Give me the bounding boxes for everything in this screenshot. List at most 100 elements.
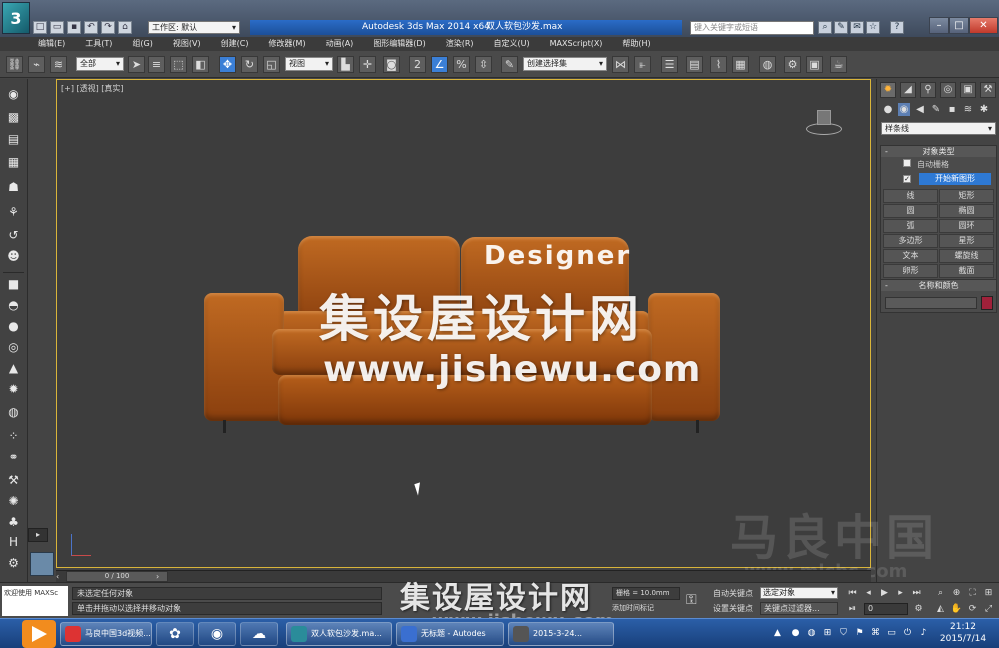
modify-tab-icon[interactable]: ◢ (900, 82, 916, 98)
zoom-extents-icon[interactable]: ⛶ (966, 587, 979, 599)
rendered-frame-icon[interactable]: ▣ (806, 56, 823, 73)
render-production-icon[interactable]: ☕ (830, 56, 847, 73)
set-key-button[interactable]: 设置关键点 (713, 603, 753, 614)
task-3dsmax-file[interactable]: 双人软包沙发.ma... (286, 622, 392, 646)
link-icon[interactable]: ⛓ (6, 56, 23, 73)
viewport-label[interactable]: [+] [透视] [真实] (61, 83, 124, 94)
tray-power-icon[interactable]: ⏻ (902, 628, 913, 639)
viewcube-icon[interactable] (806, 106, 842, 136)
task-media-player[interactable]: ◉ (198, 622, 236, 646)
menu-help[interactable]: 帮助(H) (622, 37, 650, 51)
tray-flag-icon[interactable]: ⚑ (854, 628, 865, 639)
start-new-shape-button[interactable]: 开始新图形 (919, 173, 991, 185)
maximize-button[interactable]: □ (949, 17, 969, 34)
align-icon[interactable]: ⫦ (634, 56, 651, 73)
menu-maxscript[interactable]: MAXScript(X) (550, 37, 603, 51)
motion-icon[interactable]: ⚘ (5, 204, 22, 220)
time-next-arrow-icon[interactable]: › (156, 572, 159, 581)
object-type-header[interactable]: - 对象类型 (881, 146, 996, 157)
lights-icon[interactable]: ◀ (914, 103, 926, 116)
auto-key-button[interactable]: 自动关键点 (713, 588, 753, 599)
donut-button[interactable]: 圆环 (939, 219, 994, 233)
molecule-icon[interactable]: ⚭ (5, 449, 22, 465)
geometry-icon[interactable]: ● (882, 103, 894, 116)
edit-named-selection-icon[interactable]: ✎ (501, 56, 518, 73)
torus-icon[interactable]: ◎ (5, 339, 22, 355)
project-folder-icon[interactable]: ⌂ (118, 21, 132, 34)
maximize-viewport-icon[interactable]: ⤢ (982, 603, 995, 615)
keyboard-shortcut-icon[interactable]: ◙ (383, 56, 400, 73)
task-cloud-app[interactable]: ✿ (156, 622, 194, 646)
motion-tab-icon[interactable]: ◎ (940, 82, 956, 98)
select-manipulate-icon[interactable]: ✛ (359, 56, 376, 73)
time-prev-arrow-icon[interactable]: ‹ (56, 572, 59, 581)
redo-icon[interactable]: ↷ (101, 21, 115, 34)
close-button[interactable]: ✕ (969, 17, 998, 34)
reference-coordinate-dropdown[interactable]: 视图 (285, 57, 333, 71)
orbit-icon[interactable]: ⟳ (966, 603, 979, 615)
box-icon[interactable]: ■ (5, 276, 22, 292)
time-config-icon[interactable]: ⚙ (912, 603, 925, 615)
cylinder-icon[interactable]: ◍ (5, 404, 22, 420)
ellipse-button[interactable]: 椭圆 (939, 204, 994, 218)
sun-icon[interactable]: ✹ (5, 381, 22, 397)
task-cloud-drive[interactable]: ☁ (240, 622, 278, 646)
mirror-icon[interactable]: ⋈ (612, 56, 629, 73)
app-logo-button[interactable]: 3 (2, 2, 30, 34)
star-button[interactable]: 星形 (939, 234, 994, 248)
graphite-ribbon-icon[interactable]: ▤ (686, 56, 703, 73)
arc-button[interactable]: 弧 (883, 219, 938, 233)
menu-customize[interactable]: 自定义(U) (494, 37, 530, 51)
hf-icon[interactable]: H (5, 534, 22, 550)
name-color-header[interactable]: - 名称和颜色 (881, 280, 996, 291)
tray-windows-icon[interactable]: ⊞ (822, 628, 833, 639)
key-selection-set-dropdown[interactable]: 选定对象 (760, 587, 838, 599)
mini-listener-icon[interactable] (30, 552, 54, 576)
particles-icon[interactable]: ⁘ (5, 428, 22, 444)
space-warps-icon[interactable]: ≋ (962, 103, 974, 116)
key-mode-icon[interactable]: ⏯ (846, 603, 859, 615)
systems-icon[interactable]: ✱ (978, 103, 990, 116)
binoculars-icon[interactable]: ⌕ (818, 21, 832, 34)
material-editor-icon[interactable]: ◍ (759, 56, 776, 73)
named-selection-dropdown[interactable]: 创建选择集 (523, 57, 607, 71)
angle-snap-icon[interactable]: ∠ (431, 56, 448, 73)
favorites-icon[interactable]: ☆ (866, 21, 880, 34)
object-name-input[interactable] (885, 297, 977, 309)
select-and-move-icon[interactable]: ✥ (219, 56, 236, 73)
gear-icon[interactable]: ⚙ (5, 555, 22, 571)
hierarchy-tab-icon[interactable]: ⚲ (920, 82, 936, 98)
menu-create[interactable]: 创建(C) (221, 37, 249, 51)
save-file-icon[interactable]: ▪ (67, 21, 81, 34)
helpers-icon[interactable]: ▪ (946, 103, 958, 116)
time-slider[interactable]: 0 / 100 (66, 571, 168, 582)
tray-network-icon[interactable]: ⌘ (870, 628, 881, 639)
sphere-icon[interactable]: ● (5, 318, 22, 334)
section-button[interactable]: 截面 (939, 264, 994, 278)
rectangular-selection-icon[interactable]: ⬚ (170, 56, 187, 73)
task-recorder[interactable]: 2015-3-24... (508, 622, 614, 646)
bind-space-warp-icon[interactable]: ≋ (50, 56, 67, 73)
menu-animation[interactable]: 动画(A) (326, 37, 354, 51)
render-setup-icon[interactable]: ⚙ (784, 56, 801, 73)
document-icon[interactable]: ▤ (5, 131, 22, 147)
snaps-toggle-icon[interactable]: 2 (409, 56, 426, 73)
helix-button[interactable]: 螺旋线 (939, 249, 994, 263)
shapes-icon[interactable]: ◉ (898, 103, 910, 116)
create-tab-icon[interactable]: ✹ (880, 82, 896, 98)
new-file-icon[interactable]: □ (33, 21, 47, 34)
unlink-icon[interactable]: ⌁ (28, 56, 45, 73)
subscription-icon[interactable]: ✎ (834, 21, 848, 34)
helper-icon[interactable]: ⚒ (5, 472, 22, 488)
start-button[interactable] (22, 620, 56, 648)
go-to-start-icon[interactable]: ⏮ (846, 587, 859, 599)
display-tab-icon[interactable]: ▣ (960, 82, 976, 98)
help-icon[interactable]: ? (890, 21, 904, 34)
tray-stop-icon[interactable]: ◍ (806, 628, 817, 639)
minimize-button[interactable]: – (929, 17, 949, 34)
select-and-rotate-icon[interactable]: ↻ (241, 56, 258, 73)
pivot-center-icon[interactable]: ▙ (337, 56, 354, 73)
play-icon[interactable]: ▶ (878, 587, 891, 599)
ngon-button[interactable]: 多边形 (883, 234, 938, 248)
cone-icon[interactable]: ▲ (5, 360, 22, 376)
